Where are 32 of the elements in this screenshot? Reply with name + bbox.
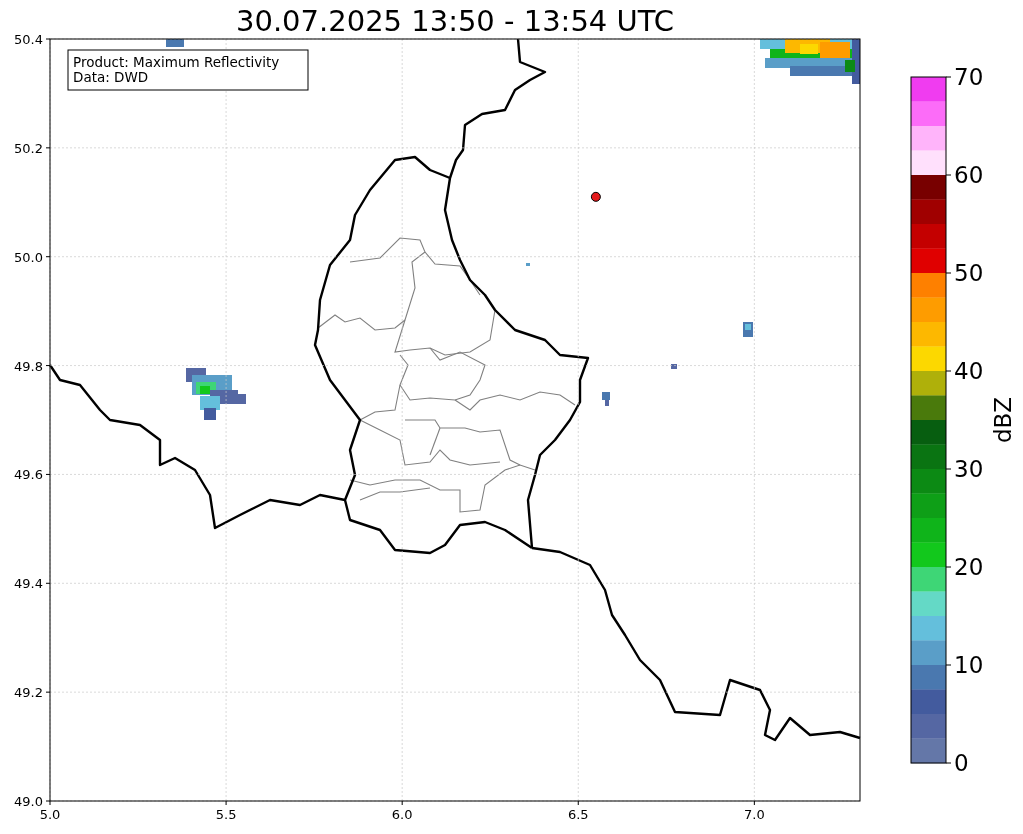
tick-label: 5.0 [39,807,61,822]
tick-label: 50.4 [14,32,43,47]
colorbar-label: dBZ [990,396,1016,444]
tick-label: 6.5 [567,807,589,822]
tick-label: 7.0 [744,807,765,822]
radar-echo [526,263,530,266]
colorbar-tick-label: 70 [954,64,984,90]
colorbar-tick-label: 30 [954,456,984,482]
tick-label: 49.2 [14,685,43,701]
colorbar-tick-label: 60 [954,162,984,188]
info-text: Product: Maximum Reflectivity [73,54,280,70]
chart-title: 30.07.2025 13:50 - 13:54 UTC [236,4,674,38]
radar-echo [166,39,184,47]
location-marker [590,191,601,202]
tick-label: 5.5 [215,807,237,822]
tick-label: 49.6 [14,467,43,483]
colorbar-tick-label: 50 [954,260,984,286]
colorbar-tick-label: 40 [954,358,984,384]
radar-echo [602,392,610,406]
tick-label: 49.8 [14,358,43,374]
radar-echo [186,368,246,420]
tick-label: 6.0 [391,807,413,822]
radar-echo [671,364,677,369]
tick-label: 50.2 [14,140,43,156]
info-text: Data: DWD [73,69,149,85]
tick-label: 49.0 [14,794,43,809]
radar-echo [743,322,753,337]
tick-label: 50.0 [14,249,43,265]
tick-label: 49.4 [14,576,43,592]
colorbar-tick-label: 0 [954,750,969,776]
colorbar-tick-label: 20 [954,554,984,580]
colorbar-tick-label: 10 [954,652,984,678]
